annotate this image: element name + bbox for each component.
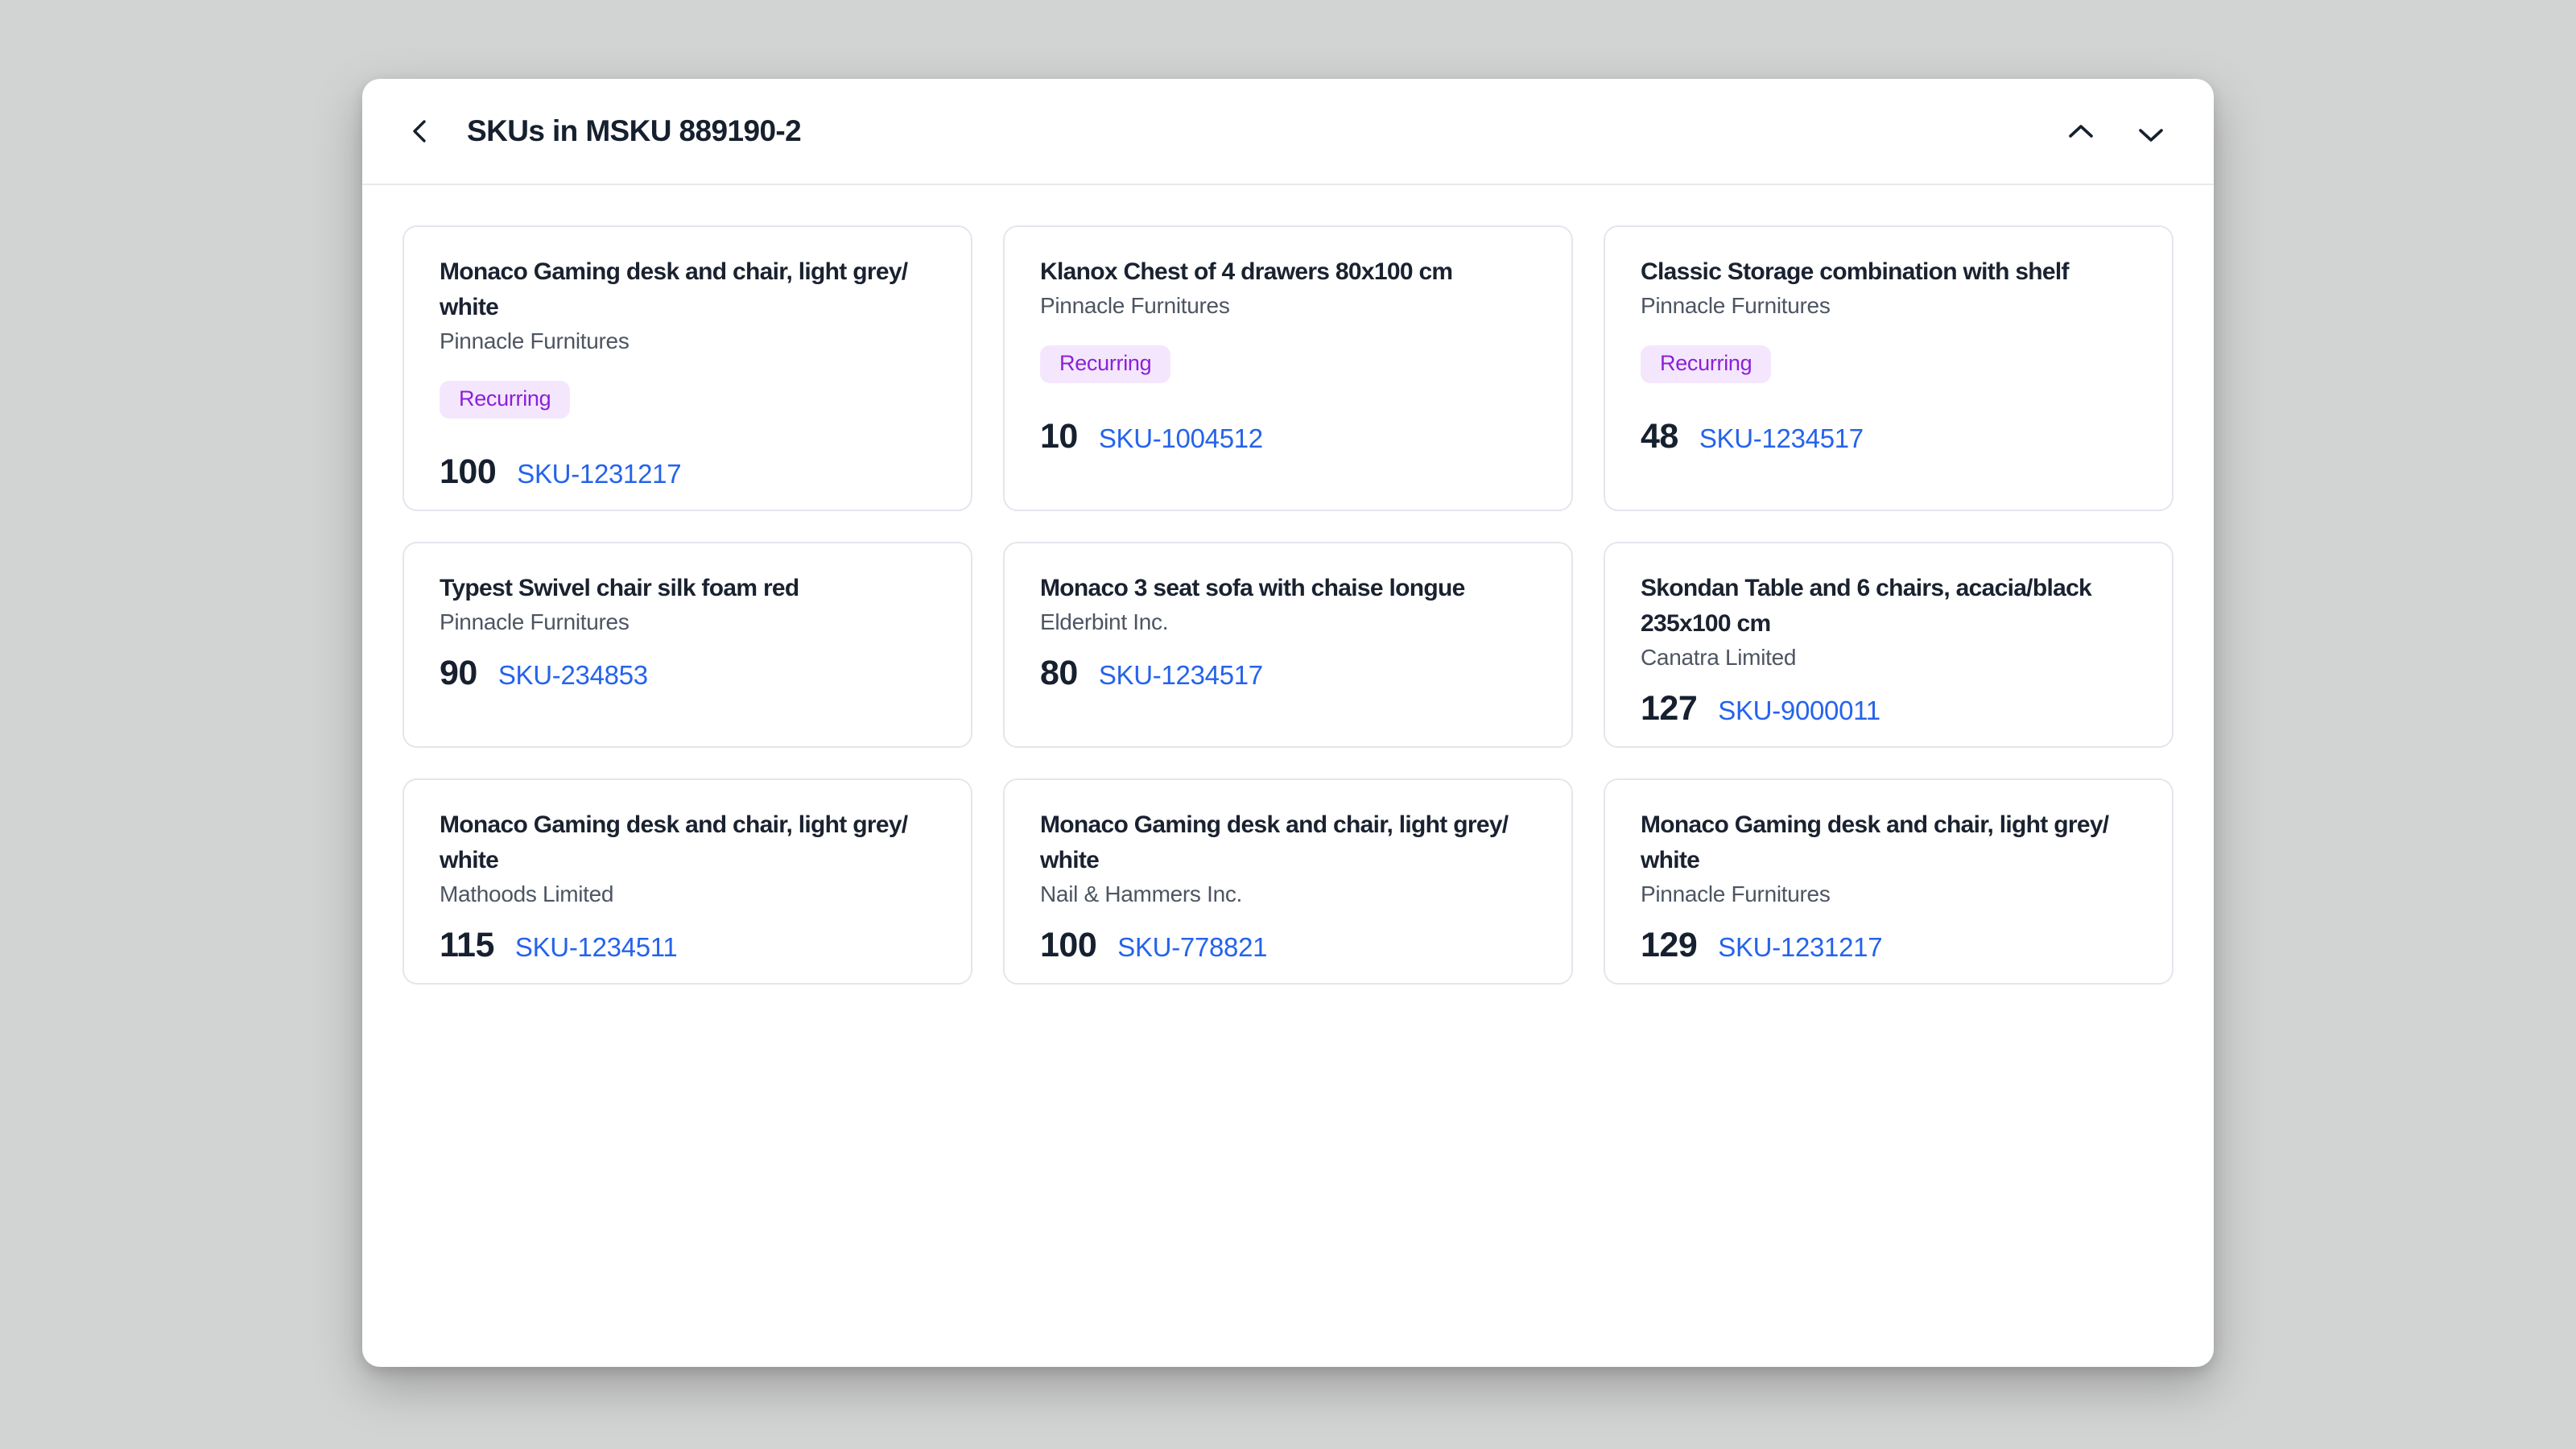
product-title: Monaco Gaming desk and chair, light grey… [440, 254, 935, 325]
quantity-row: 90 SKU-234853 [440, 650, 648, 698]
supplier-name: Pinnacle Furnitures [1040, 290, 1230, 321]
quantity-value: 90 [440, 650, 477, 696]
sku-card: Classic Storage combination with shelf P… [1604, 225, 2174, 511]
product-title: Klanox Chest of 4 drawers 80x100 cm [1040, 254, 1452, 290]
sku-card: Skondan Table and 6 chairs, acacia/black… [1604, 542, 2174, 748]
sku-card: Monaco 3 seat sofa with chaise longue El… [1003, 542, 1573, 748]
quantity-value: 115 [440, 923, 494, 968]
supplier-name: Pinnacle Furnitures [440, 606, 630, 638]
sku-link[interactable]: SKU-1231217 [517, 452, 681, 497]
sku-card: Klanox Chest of 4 drawers 80x100 cm Pinn… [1003, 225, 1573, 511]
supplier-name: Nail & Hammers Inc. [1040, 878, 1242, 910]
modal-header: SKUs in MSKU 889190-2 [362, 79, 2214, 185]
product-title: Classic Storage combination with shelf [1641, 254, 2069, 290]
quantity-value: 48 [1641, 414, 1678, 459]
sku-link[interactable]: SKU-1234511 [515, 925, 678, 970]
sku-card-grid: Monaco Gaming desk and chair, light grey… [362, 185, 2214, 1025]
supplier-name: Elderbint Inc. [1040, 606, 1168, 638]
sku-card: Typest Swivel chair silk foam red Pinnac… [402, 542, 972, 748]
supplier-name: Canatra Limited [1641, 642, 1796, 673]
quantity-row: 115 SKU-1234511 [440, 923, 677, 970]
chevron-down-button[interactable] [2128, 113, 2174, 158]
quantity-value: 100 [440, 449, 496, 494]
sku-link[interactable]: SKU-234853 [498, 653, 648, 698]
sku-link[interactable]: SKU-1231217 [1718, 925, 1882, 970]
product-title: Monaco 3 seat sofa with chaise longue [1040, 571, 1465, 606]
sku-link[interactable]: SKU-1234517 [1699, 416, 1864, 461]
quantity-value: 100 [1040, 923, 1096, 968]
quantity-row: 100 SKU-778821 [1040, 923, 1267, 970]
product-title: Monaco Gaming desk and chair, light grey… [440, 807, 935, 878]
chevron-left-icon [407, 118, 434, 145]
quantity-value: 127 [1641, 686, 1697, 731]
product-title: Monaco Gaming desk and chair, light grey… [1641, 807, 2136, 878]
back-button[interactable] [402, 109, 438, 154]
quantity-value: 80 [1040, 650, 1078, 696]
supplier-name: Mathoods Limited [440, 878, 613, 910]
sku-card: Monaco Gaming desk and chair, light grey… [402, 225, 972, 511]
sku-card: Monaco Gaming desk and chair, light grey… [1003, 778, 1573, 985]
chevron-up-button[interactable] [2058, 109, 2103, 154]
product-title: Monaco Gaming desk and chair, light grey… [1040, 807, 1536, 878]
supplier-name: Pinnacle Furnitures [1641, 878, 1831, 910]
quantity-value: 10 [1040, 414, 1078, 459]
quantity-row: 129 SKU-1231217 [1641, 923, 1882, 970]
sku-link[interactable]: SKU-778821 [1117, 925, 1267, 970]
quantity-row: 127 SKU-9000011 [1641, 686, 1880, 733]
sku-card: Monaco Gaming desk and chair, light grey… [1604, 778, 2174, 985]
product-title: Skondan Table and 6 chairs, acacia/black… [1641, 571, 2136, 642]
supplier-name: Pinnacle Furnitures [440, 325, 630, 357]
sku-card: Monaco Gaming desk and chair, light grey… [402, 778, 972, 985]
chevron-down-icon [2136, 126, 2165, 145]
page-title: SKUs in MSKU 889190-2 [467, 114, 801, 148]
sku-link[interactable]: SKU-9000011 [1718, 688, 1880, 733]
quantity-row: 48 SKU-1234517 [1641, 414, 1864, 461]
supplier-name: Pinnacle Furnitures [1641, 290, 1831, 321]
chevron-up-icon [2066, 122, 2095, 141]
sku-link[interactable]: SKU-1234517 [1099, 653, 1263, 698]
quantity-row: 80 SKU-1234517 [1040, 650, 1263, 698]
recurring-badge: Recurring [440, 381, 570, 419]
quantity-value: 129 [1641, 923, 1697, 968]
recurring-badge: Recurring [1641, 345, 1771, 383]
sku-link[interactable]: SKU-1004512 [1099, 416, 1263, 461]
recurring-badge: Recurring [1040, 345, 1170, 383]
sku-modal: SKUs in MSKU 889190-2 Monaco Gaming desk… [362, 79, 2214, 1367]
quantity-row: 100 SKU-1231217 [440, 449, 681, 497]
quantity-row: 10 SKU-1004512 [1040, 414, 1263, 461]
product-title: Typest Swivel chair silk foam red [440, 571, 799, 606]
